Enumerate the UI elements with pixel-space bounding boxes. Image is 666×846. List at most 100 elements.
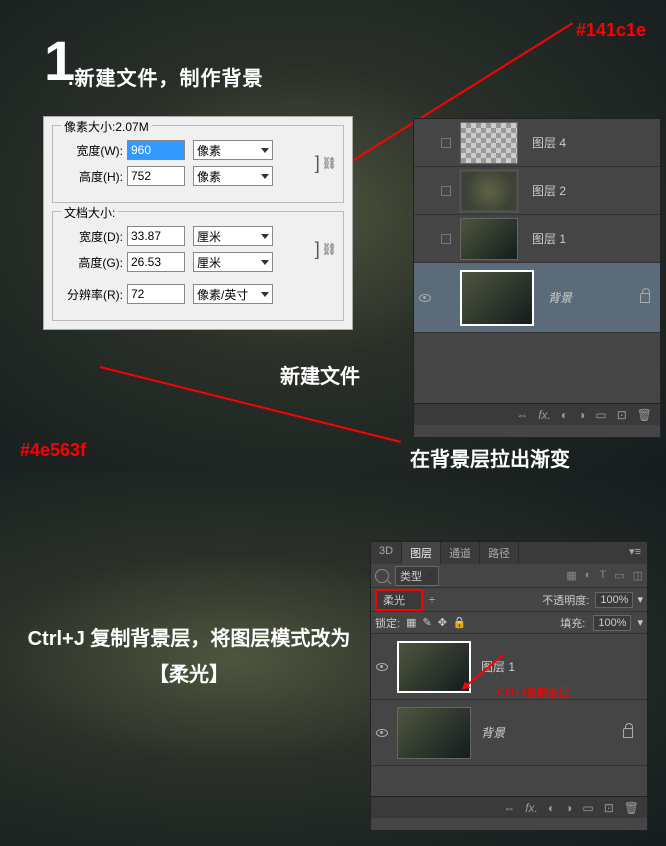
fill-input[interactable]: 100% [593, 615, 631, 631]
lock-icon [623, 728, 633, 738]
caret-down-icon[interactable]: ▾ [637, 593, 643, 606]
height-unit-select[interactable]: 像素 [193, 166, 273, 186]
layer-row[interactable]: 背景 [371, 700, 647, 766]
layer-thumb[interactable] [460, 270, 534, 326]
fx-icon[interactable]: fx. [538, 408, 551, 422]
tutorial-step-1: 1 .新建文件，制作背景 #141c1e 像素大小:2.07M 宽度(W): 像… [0, 0, 666, 471]
mask-icon[interactable]: ◐ [561, 408, 568, 422]
layer-thumb[interactable] [397, 707, 471, 759]
layer-label: 图层 1 [532, 230, 660, 247]
checkbox[interactable] [441, 234, 451, 244]
image-size-dialog: 像素大小:2.07M 宽度(W): 像素 高度(H): 像素 ]⛓ [43, 116, 353, 330]
trash-icon[interactable]: 🗑 [637, 408, 652, 422]
tutorial-step-2: Ctrl+J 复制背景层，将图层模式改为【柔光】 3D 图层 通道 路径 ▾≡ … [0, 471, 666, 846]
pixel-size-fieldset: 像素大小:2.07M 宽度(W): 像素 高度(H): 像素 ]⛓ [52, 125, 344, 203]
folder-icon[interactable]: ▭ [582, 801, 593, 815]
fill-label: 填充: [560, 615, 585, 631]
folder-icon[interactable]: ▭ [595, 408, 606, 422]
layer-label: 图层 1 [481, 658, 647, 675]
checkbox[interactable] [441, 138, 451, 148]
panel-menu-icon[interactable]: ▾≡ [623, 542, 647, 564]
fx-icon[interactable]: fx. [525, 801, 538, 815]
lock-label: 锁定: [375, 615, 400, 631]
lock-fill-row: 锁定: ▦ ✎ ✥ 🔒 填充: 100% ▾ [371, 612, 647, 634]
pixel-size-legend: 像素大小:2.07M [61, 118, 152, 135]
eye-icon [419, 294, 431, 302]
blend-mode-select[interactable]: 柔光 [375, 589, 423, 611]
tab-layers[interactable]: 图层 [402, 542, 441, 564]
res-unit-select[interactable]: 像素/英寸 [193, 284, 273, 304]
caret-down-icon [261, 234, 269, 239]
eye-icon [376, 663, 388, 671]
caret-down-icon[interactable]: ▾ [637, 616, 643, 629]
checkbox[interactable] [441, 186, 451, 196]
tab-3d[interactable]: 3D [371, 542, 402, 564]
width-d-unit-select[interactable]: 厘米 [193, 226, 273, 246]
height-input[interactable] [127, 166, 185, 186]
layer-thumb[interactable] [460, 218, 518, 260]
layer-row[interactable]: 图层 1 [414, 215, 660, 263]
width-label: 宽度(W): [59, 142, 123, 159]
filter-shape-icon[interactable]: ▭ [614, 569, 624, 582]
layer-label: 图层 4 [532, 134, 660, 151]
link-dimensions[interactable]: ]⛓ [315, 153, 337, 174]
search-icon[interactable] [375, 569, 389, 583]
layers-footer: ⇔ fx. ◐ ◑ ▭ ⊡ 🗑 [414, 403, 660, 425]
adjust-icon[interactable]: ◑ [578, 408, 585, 422]
width-input[interactable] [127, 140, 185, 160]
trash-icon[interactable]: 🗑 [624, 801, 639, 815]
tab-channels[interactable]: 通道 [441, 542, 480, 564]
layer-thumb[interactable] [460, 170, 518, 212]
filter-type-icon[interactable]: T [599, 569, 606, 582]
width-d-label: 宽度(D): [59, 228, 123, 245]
step-title: .新建文件，制作背景 [68, 62, 264, 91]
filter-pixel-icon[interactable]: ▦ [566, 569, 576, 582]
link-icon[interactable]: ⇔ [516, 408, 528, 422]
eye-icon [376, 729, 388, 737]
width-unit-select[interactable]: 像素 [193, 140, 273, 160]
adjust-icon[interactable]: ◑ [565, 801, 572, 815]
doc-size-fieldset: 文档大小: 宽度(D): 厘米 高度(G): 厘米 ]⛓ [52, 211, 344, 321]
mask-icon[interactable]: ◐ [548, 801, 555, 815]
layer-label: 图层 2 [532, 182, 660, 199]
lock-icon [640, 293, 650, 303]
layer-row[interactable]: 图层 2 [414, 167, 660, 215]
opacity-label: 不透明度: [542, 592, 589, 608]
link-dimensions-doc[interactable]: ]⛓ [315, 239, 337, 260]
tab-paths[interactable]: 路径 [480, 542, 519, 564]
layer-thumb[interactable] [460, 122, 518, 164]
layer-row-selected[interactable]: 背景 [414, 263, 660, 333]
caret-down-icon [261, 292, 269, 297]
res-input[interactable] [127, 284, 185, 304]
lock-all-icon[interactable]: 🔒 [453, 616, 467, 629]
doc-size-legend: 文档大小: [61, 204, 118, 221]
lock-trans-icon[interactable]: ▦ [406, 616, 416, 629]
width-d-input[interactable] [127, 226, 185, 246]
link-icon[interactable]: ⇔ [503, 801, 515, 815]
layer-row[interactable]: 图层 1 Ctrl+J复制图层 [371, 634, 647, 700]
opacity-input[interactable]: 100% [595, 592, 633, 608]
color-swatch-light: #4e563f [20, 440, 86, 461]
new-layer-icon[interactable]: ⊡ [617, 408, 627, 422]
caret-down-icon [261, 260, 269, 265]
filter-smart-icon[interactable]: ◫ [633, 569, 643, 582]
visibility-toggle[interactable] [371, 663, 393, 671]
visibility-toggle[interactable] [371, 729, 393, 737]
layer-filter-bar: 类型 ▦ ◐ T ▭ ◫ [371, 564, 647, 588]
filter-kind-select[interactable]: 类型 [395, 566, 439, 586]
visibility-toggle[interactable] [414, 294, 436, 302]
new-layer-icon[interactable]: ⊡ [604, 801, 614, 815]
blend-opacity-row: 柔光 ÷ 不透明度: 100% ▾ [371, 588, 647, 612]
layer-row[interactable]: 图层 4 [414, 119, 660, 167]
height-g-unit-select[interactable]: 厘米 [193, 252, 273, 272]
caret-icon: ÷ [429, 594, 435, 606]
lock-pos-icon[interactable]: ✥ [438, 616, 447, 629]
instruction-text: Ctrl+J 复制背景层，将图层模式改为【柔光】 [24, 621, 354, 693]
height-g-input[interactable] [127, 252, 185, 272]
panel-tabs: 3D 图层 通道 路径 ▾≡ [371, 542, 647, 564]
filter-adjust-icon[interactable]: ◐ [585, 569, 592, 582]
copy-annotation: Ctrl+J复制图层 [497, 684, 570, 700]
lock-paint-icon[interactable]: ✎ [422, 616, 431, 629]
layers-panel: 图层 4 图层 2 图层 1 背景 ⇔ fx. ◐ ◑ ▭ ⊡ [413, 118, 661, 438]
height-label: 高度(H): [59, 168, 123, 185]
